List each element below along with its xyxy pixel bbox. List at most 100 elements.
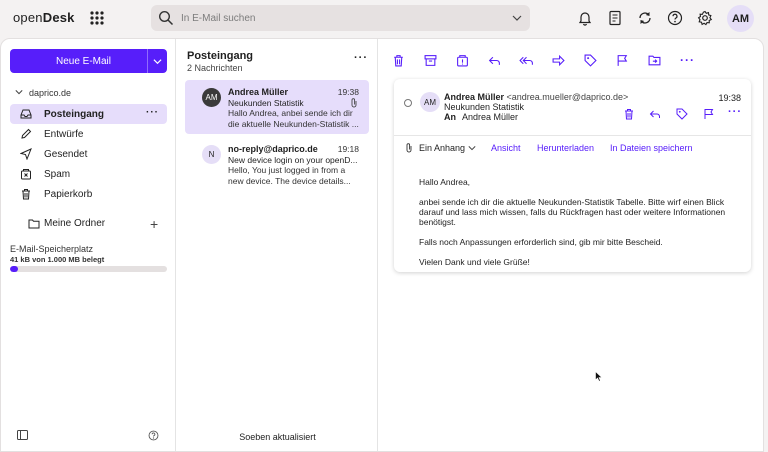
- email-recipient: An Andrea Müller: [444, 112, 518, 122]
- list-item[interactable]: AM Andrea Müller 19:38 Neukunden Statist…: [185, 80, 369, 134]
- more-options-icon[interactable]: ···: [680, 53, 695, 67]
- forward-icon[interactable]: [552, 54, 565, 67]
- more-options-icon[interactable]: ···: [354, 52, 368, 64]
- message-sender: no-reply@daprico.de: [228, 144, 318, 154]
- storage-usage: 41 kB von 1.000 MB belegt: [10, 255, 105, 264]
- bell-icon[interactable]: [577, 10, 593, 26]
- message-list: Posteingang 2 Nachrichten ··· AM Andrea …: [177, 39, 378, 451]
- folder-icon: [28, 218, 40, 229]
- document-icon[interactable]: [607, 10, 623, 26]
- sync-icon[interactable]: [637, 10, 653, 26]
- message-time: 19:18: [337, 144, 359, 154]
- reply-all-icon[interactable]: [519, 54, 534, 67]
- archive-icon[interactable]: [424, 54, 437, 67]
- storage-title: E-Mail-Speicherplatz: [10, 244, 94, 254]
- account-name: daprico.de: [29, 88, 72, 98]
- chevron-down-icon: [468, 144, 476, 154]
- attachment-toggle[interactable]: Ein Anhang: [419, 143, 476, 154]
- gear-icon[interactable]: [697, 10, 713, 26]
- new-mail-button[interactable]: Neue E-Mail: [10, 49, 167, 73]
- body-paragraph: anbei sende ich dir die aktuelle Neukund…: [419, 197, 726, 227]
- save-to-files-link[interactable]: In Dateien speichern: [610, 143, 693, 153]
- storage-fill: [10, 266, 18, 272]
- reply-icon[interactable]: [488, 54, 501, 67]
- to-label: An: [444, 112, 456, 122]
- avatar: N: [202, 145, 221, 164]
- more-options-icon[interactable]: ···: [146, 107, 159, 118]
- sidebar-item-label: Gesendet: [44, 148, 88, 160]
- send-icon: [20, 148, 32, 160]
- move-folder-icon[interactable]: [648, 54, 661, 67]
- sidebar-item-inbox[interactable]: Posteingang ···: [10, 104, 167, 124]
- chevron-down-icon: [153, 58, 162, 64]
- sidebar-toggle-icon[interactable]: [17, 430, 28, 440]
- tag-icon[interactable]: [676, 108, 688, 120]
- message-preview: Hallo Andrea, anbei sende ich dir die ak…: [228, 108, 359, 129]
- sender-name: Andrea Müller: [444, 92, 505, 102]
- app-grid-icon[interactable]: [88, 9, 106, 27]
- email-subject: Neukunden Statistik: [444, 102, 525, 112]
- message-sender: Andrea Müller: [228, 87, 289, 97]
- email-time: 19:38: [718, 93, 741, 103]
- select-radio[interactable]: [404, 99, 412, 107]
- avatar: AM: [202, 88, 221, 107]
- trash-icon[interactable]: [623, 108, 635, 120]
- body-paragraph: Falls noch Anpassungen erforderlich sind…: [419, 237, 663, 247]
- sidebar: Neue E-Mail daprico.de Posteingang ··· E…: [1, 39, 176, 451]
- tag-icon[interactable]: [584, 54, 597, 67]
- sidebar-item-drafts[interactable]: Entwürfe: [10, 124, 167, 144]
- email-sender: Andrea Müller <andrea.mueller@daprico.de…: [444, 92, 628, 102]
- sidebar-item-label: Spam: [44, 168, 71, 180]
- logo-text-light: open: [13, 10, 43, 25]
- list-item[interactable]: N no-reply@daprico.de 19:18 New device l…: [185, 137, 369, 191]
- paperclip-icon: [405, 142, 413, 153]
- sidebar-item-trash[interactable]: Papierkorb: [10, 184, 167, 204]
- email-card: AM Andrea Müller <andrea.mueller@daprico…: [394, 79, 751, 272]
- folder-nav: Posteingang ··· Entwürfe Gesendet Spam P…: [10, 104, 167, 204]
- sidebar-item-spam[interactable]: Spam: [10, 164, 167, 184]
- sidebar-item-label: Posteingang: [44, 108, 105, 120]
- user-avatar[interactable]: AM: [727, 5, 754, 32]
- download-link[interactable]: Herunterladen: [537, 143, 594, 153]
- mouse-cursor-icon: [595, 371, 603, 382]
- message-time: 19:38: [337, 87, 359, 97]
- inbox-icon: [20, 108, 32, 120]
- reply-icon[interactable]: [649, 108, 661, 120]
- chevron-down-icon[interactable]: [512, 13, 522, 23]
- trash-icon: [20, 188, 32, 200]
- list-title: Posteingang: [187, 50, 254, 62]
- flag-icon[interactable]: [703, 108, 715, 120]
- logo-text-bold: Desk: [42, 10, 75, 25]
- message-subject: New device login on your openD...: [228, 155, 358, 165]
- refresh-status: Soeben aktualisiert: [239, 432, 316, 442]
- flag-icon[interactable]: [616, 54, 629, 67]
- paperclip-icon: [350, 97, 358, 108]
- chevron-down-icon: [15, 88, 23, 96]
- sidebar-item-sent[interactable]: Gesendet: [10, 144, 167, 164]
- search-input[interactable]: [181, 9, 481, 27]
- to-name: Andrea Müller: [462, 112, 519, 122]
- my-folders[interactable]: Meine Ordner: [44, 218, 105, 229]
- account-toggle[interactable]: daprico.de: [15, 88, 71, 98]
- help-icon[interactable]: [667, 10, 683, 26]
- message-subject: Neukunden Statistik: [228, 98, 304, 108]
- attachment-label: Ein Anhang: [419, 143, 466, 153]
- app-logo[interactable]: openDesk: [13, 10, 75, 25]
- more-options-icon[interactable]: ···: [728, 106, 742, 118]
- search-bar[interactable]: [151, 5, 530, 31]
- divider: [394, 135, 751, 136]
- new-mail-label: Neue E-Mail: [55, 55, 112, 67]
- email-body: Hallo Andrea, anbei sende ich dir die ak…: [419, 177, 739, 277]
- trash-icon[interactable]: [392, 54, 405, 67]
- sidebar-item-label: Entwürfe: [44, 128, 84, 140]
- add-folder-button[interactable]: +: [150, 216, 158, 232]
- avatar: AM: [420, 92, 440, 112]
- body-paragraph: Hallo Andrea,: [419, 177, 471, 187]
- spam-icon: [20, 168, 32, 180]
- help-icon[interactable]: [148, 430, 159, 441]
- spam-icon[interactable]: [456, 54, 469, 67]
- new-mail-dropdown[interactable]: [147, 49, 167, 73]
- top-bar: openDesk AM: [0, 0, 768, 38]
- sender-address: <andrea.mueller@daprico.de>: [506, 92, 629, 102]
- view-attachment-link[interactable]: Ansicht: [491, 143, 521, 153]
